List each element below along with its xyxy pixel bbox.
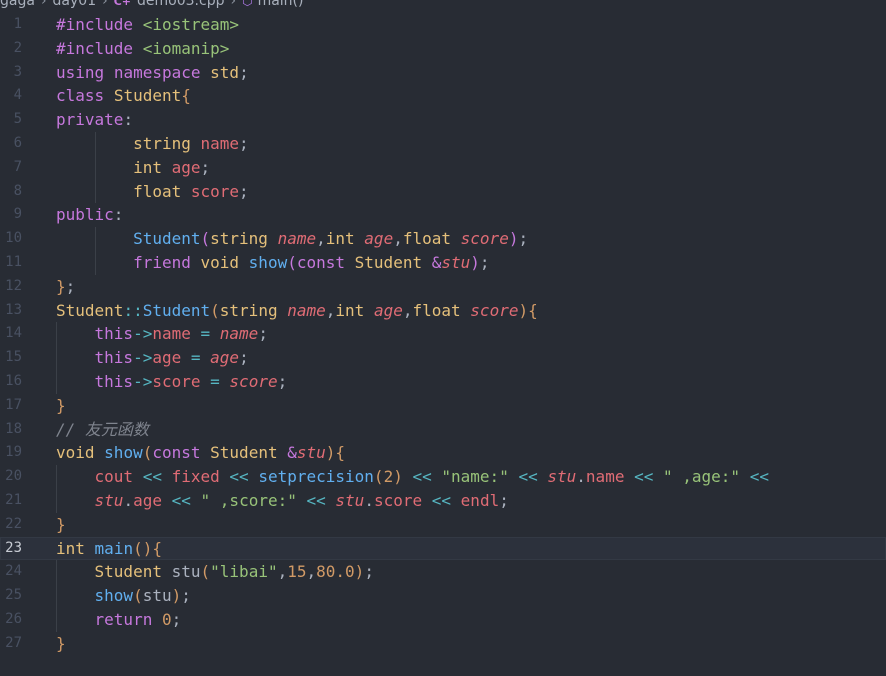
code-line[interactable]: 7 int age;: [0, 155, 886, 180]
code-line[interactable]: 26 return 0;: [0, 607, 886, 632]
code-line[interactable]: 11 friend void show(const Student &stu);: [0, 250, 886, 275]
code-text: using namespace std;: [56, 62, 249, 82]
code-line[interactable]: 15 this->age = age;: [0, 346, 886, 370]
code-text: return 0;: [94, 609, 182, 629]
breadcrumb: gaga › day01 › C+ demo03.cpp › ⬡ main(): [0, 0, 303, 10]
code-editor[interactable]: 1 #include <iostream> 2 #include <iomanip> 3…: [0, 13, 886, 656]
line-number: 27: [5, 634, 22, 651]
line-number: 23: [5, 539, 22, 556]
line-number: 7: [13, 158, 22, 175]
code-line[interactable]: 20 cout << fixed << setprecision(2) << "…: [0, 465, 886, 489]
code-line[interactable]: 10 Student(string name,int age,float sco…: [0, 227, 886, 251]
cpp-file-icon: C+: [113, 0, 132, 8]
code-text: private:: [56, 110, 134, 130]
code-line[interactable]: 12};: [0, 275, 886, 299]
code-text: }: [56, 514, 66, 534]
code-line[interactable]: 19 void show(const Student &stu){: [0, 441, 886, 465]
code-text: string name;: [133, 133, 249, 153]
code-text: #include <iostream>: [56, 15, 240, 34]
code-line[interactable]: 6 string name;: [0, 131, 886, 156]
code-line[interactable]: 8 float score;: [0, 179, 886, 204]
code-text: this->score = score;: [94, 371, 288, 391]
line-number: 6: [13, 134, 22, 151]
code-line[interactable]: 4 class Student{: [0, 84, 886, 108]
line-number: 9: [13, 206, 22, 223]
code-text: int main(){: [56, 538, 162, 558]
line-number: 3: [13, 63, 22, 80]
code-line[interactable]: 16 this->score = score;: [0, 369, 886, 394]
code-text: this->age = age;: [94, 348, 249, 368]
code-line[interactable]: 24 Student stu("libai",15,80.0);: [0, 560, 886, 585]
code-text: stu.age << " ,score:" << stu.score << en…: [94, 490, 509, 510]
code-text: #include <iomanip>: [56, 38, 230, 58]
code-line[interactable]: 27}: [0, 632, 886, 656]
line-number: 10: [5, 230, 22, 247]
code-text: friend void show(const Student &stu);: [133, 252, 490, 272]
chevron-right-icon: ›: [102, 0, 108, 9]
line-number: 16: [5, 372, 22, 389]
code-line[interactable]: 5 private:: [0, 108, 886, 132]
chevron-right-icon: ›: [40, 0, 47, 9]
code-text: };: [56, 276, 76, 296]
breadcrumb-folder-day01[interactable]: day01: [53, 0, 97, 9]
code-line[interactable]: 23 int main(){: [0, 536, 886, 561]
code-line[interactable]: 25 show(stu);: [0, 584, 886, 608]
code-text: void show(const Student &stu){: [56, 443, 346, 463]
line-number: 8: [13, 182, 22, 199]
code-line[interactable]: 18 // 友元函数: [0, 418, 886, 442]
line-number: 13: [5, 301, 22, 318]
line-number: 2: [13, 39, 22, 56]
code-line[interactable]: 9 public:: [0, 203, 886, 227]
method-icon: ⬡: [242, 0, 253, 8]
line-number: 22: [5, 515, 22, 532]
line-number: 25: [5, 587, 22, 604]
line-number: 5: [13, 111, 22, 128]
code-text: }: [56, 633, 66, 653]
code-line[interactable]: 13 Student::Student(string name,int age,f…: [0, 299, 886, 323]
code-line[interactable]: 1 #include <iostream>: [0, 13, 886, 37]
line-number: 21: [5, 491, 22, 508]
chevron-right-icon: ›: [230, 0, 237, 9]
line-number: 19: [5, 444, 22, 461]
code-text: Student stu("libai",15,80.0);: [94, 562, 374, 582]
code-line[interactable]: 21 stu.age << " ,score:" << stu.score <<…: [0, 488, 886, 513]
code-line[interactable]: 14 this->name = name;: [0, 322, 886, 347]
code-text: cout << fixed << setprecision(2) << "nam…: [94, 467, 769, 487]
breadcrumb-file[interactable]: demo03.cpp: [137, 0, 224, 9]
code-text: }: [56, 395, 66, 415]
code-text: Student::Student(string name,int age,flo…: [56, 300, 538, 320]
code-text: this->name = name;: [94, 324, 268, 344]
line-number: 26: [5, 610, 22, 627]
breadcrumb-folder-gaga[interactable]: gaga: [0, 0, 35, 9]
line-number: 15: [5, 349, 22, 366]
code-text: show(stu);: [94, 586, 191, 606]
code-line[interactable]: 17}: [0, 394, 886, 418]
code-text: int age;: [133, 157, 211, 177]
code-line[interactable]: 22}: [0, 513, 886, 537]
line-number: 17: [5, 396, 22, 413]
code-text: // 友元函数: [56, 419, 149, 439]
code-text: float score;: [133, 181, 249, 201]
breadcrumb-symbol[interactable]: main(): [258, 0, 304, 9]
code-line[interactable]: 2 #include <iomanip>: [0, 37, 886, 61]
line-number: 1: [13, 16, 22, 32]
code-text: public:: [56, 205, 124, 225]
line-number: 24: [5, 563, 22, 580]
line-number: 11: [5, 253, 22, 270]
line-number: 18: [5, 420, 22, 437]
line-number: 12: [5, 277, 22, 294]
line-number: 14: [5, 325, 22, 342]
line-number: 4: [13, 87, 22, 104]
code-text: Student(string name,int age,float score)…: [133, 229, 529, 249]
code-text: class Student{: [56, 86, 191, 106]
line-number: 20: [5, 468, 22, 485]
code-line[interactable]: 3 using namespace std;: [0, 61, 886, 85]
